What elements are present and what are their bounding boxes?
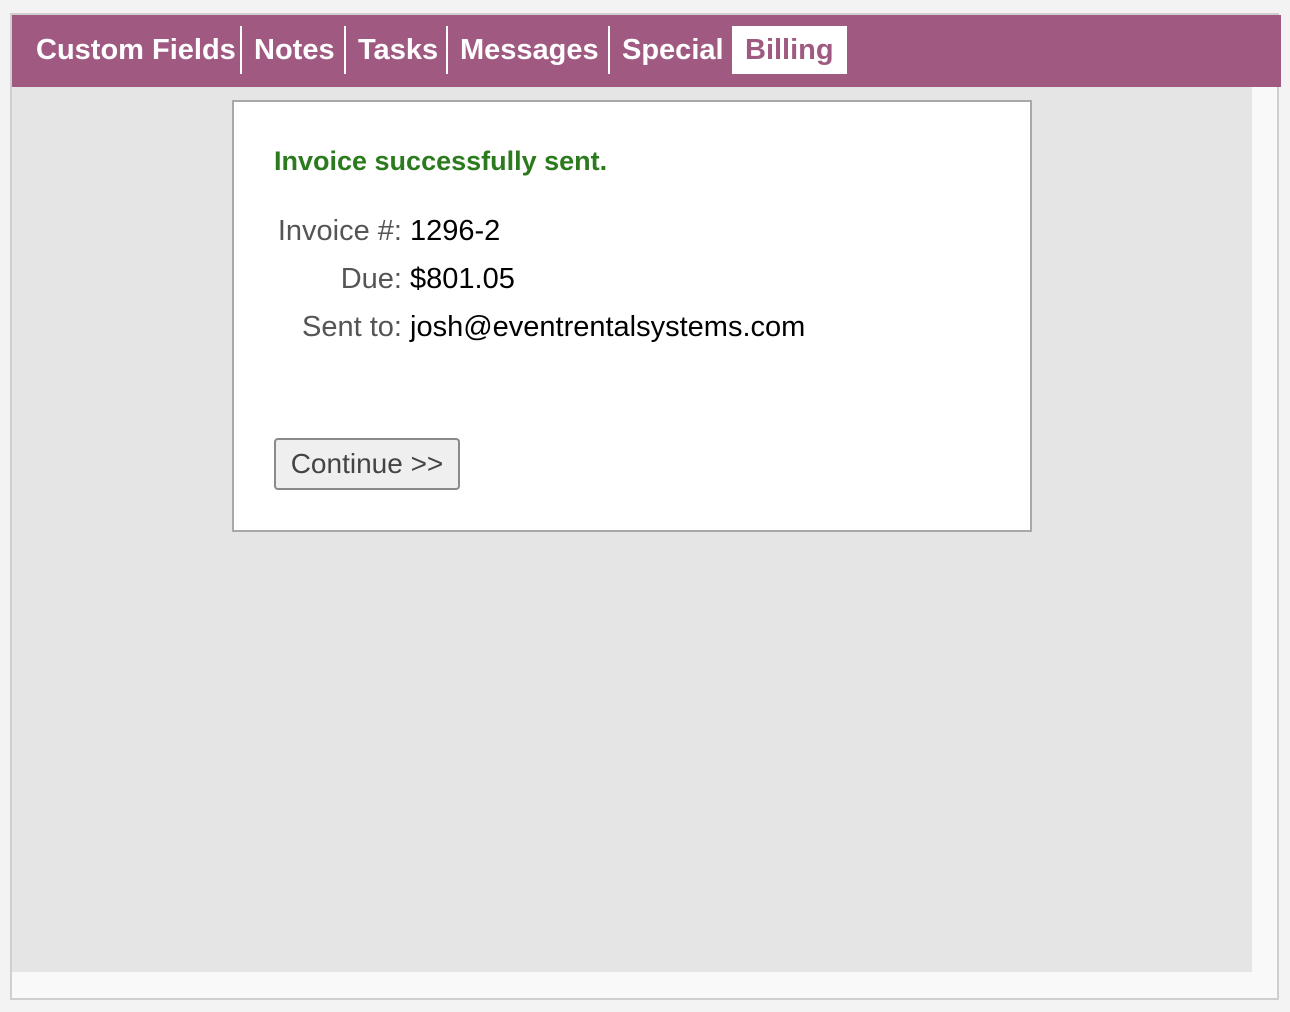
invoice-number-row: Invoice #: 1296-2: [234, 214, 1014, 248]
content-area: Invoice successfully sent. Invoice #: 12…: [12, 87, 1252, 972]
continue-button[interactable]: Continue >>: [274, 438, 460, 490]
tab-messages[interactable]: Messages: [460, 26, 599, 74]
tab-billing[interactable]: Billing: [732, 26, 847, 74]
tab-custom-fields[interactable]: Custom Fields: [36, 26, 236, 74]
success-message: Invoice successfully sent.: [274, 146, 608, 176]
tab-divider: [446, 26, 448, 74]
tab-divider: [608, 26, 610, 74]
due-label: Due:: [340, 263, 402, 295]
sent-to-value: josh@eventrentalsystems.com: [410, 311, 806, 343]
app-frame: Custom Fields Notes Tasks Messages Speci…: [10, 13, 1281, 1000]
tab-divider: [344, 26, 346, 74]
due-value: $801.05: [410, 263, 515, 295]
invoice-number-label: Invoice #:: [277, 215, 402, 247]
tab-special[interactable]: Special: [622, 26, 724, 74]
invoice-sent-dialog: Invoice successfully sent. Invoice #: 12…: [232, 100, 1032, 532]
invoice-number-value: 1296-2: [410, 215, 501, 247]
tab-bar: Custom Fields Notes Tasks Messages Speci…: [12, 15, 1281, 87]
due-row: Due: $801.05: [234, 262, 1014, 296]
tab-tasks[interactable]: Tasks: [358, 26, 438, 74]
tab-notes[interactable]: Notes: [254, 26, 335, 74]
tab-divider: [240, 26, 242, 74]
sent-to-label: Sent to:: [302, 311, 402, 343]
sent-to-row: Sent to: josh@eventrentalsystems.com: [234, 310, 1014, 344]
